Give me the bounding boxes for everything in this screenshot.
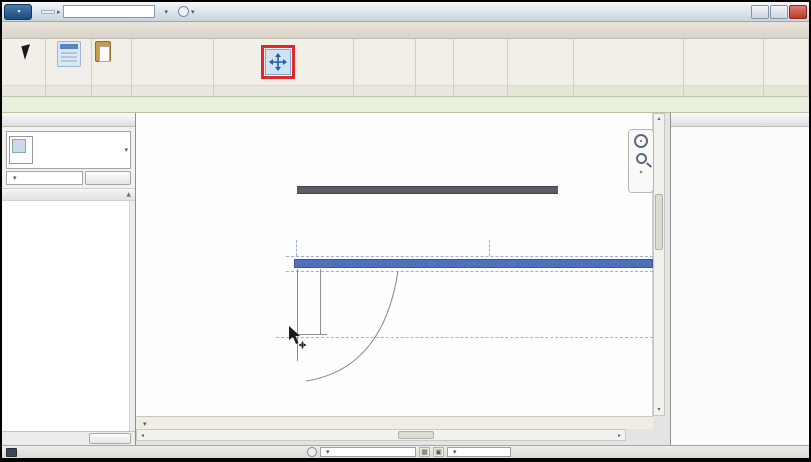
- zoom-icon[interactable]: [636, 153, 647, 164]
- application-menu-button[interactable]: ▾: [4, 4, 32, 20]
- panel-clipboard: [92, 39, 132, 96]
- worksharing-icon[interactable]: [6, 448, 17, 457]
- reference-tick-mid: [489, 240, 490, 256]
- horizontal-scrollbar[interactable]: ◂ ▸: [136, 429, 626, 441]
- panel-geometry: [132, 39, 214, 96]
- maximize-button[interactable]: [770, 5, 788, 19]
- view-selector[interactable]: [6, 171, 83, 185]
- property-grid: [2, 201, 135, 431]
- status-bar: ▦ ▣: [2, 445, 809, 458]
- selection-dash-top: [286, 256, 653, 257]
- edit-type-button[interactable]: [85, 171, 131, 185]
- red-highlight-box: [261, 45, 295, 79]
- apply-button[interactable]: [89, 433, 131, 444]
- workset-selector[interactable]: [320, 447, 416, 457]
- scroll-up-icon[interactable]: ▴: [657, 114, 660, 124]
- duct-original[interactable]: [297, 186, 558, 194]
- navigation-bar[interactable]: ▾: [628, 129, 654, 193]
- scroll-down-icon[interactable]: ▾: [657, 405, 660, 415]
- properties-scrollbar[interactable]: [129, 201, 135, 431]
- view-control-bar: [136, 416, 653, 429]
- ribbon-tab-bar: [2, 22, 809, 39]
- panel-duct-lining: [684, 39, 764, 96]
- ribbon: [2, 39, 809, 97]
- window-title: [41, 10, 55, 14]
- graphics-group-header[interactable]: ▲: [2, 188, 135, 201]
- options-bar: [2, 97, 809, 113]
- minimize-button[interactable]: [751, 5, 769, 19]
- revit-window: ▾ ▸ ▾ ▾: [0, 0, 811, 462]
- collapse-icon: ▲: [126, 191, 131, 198]
- scroll-left-icon[interactable]: ◂: [137, 432, 148, 439]
- witness-line-left: [297, 269, 298, 361]
- help-dropdown-icon[interactable]: ▾: [191, 8, 195, 16]
- sign-in-dropdown-icon[interactable]: ▾: [165, 8, 169, 16]
- hscroll-thumb[interactable]: [398, 431, 434, 439]
- selection-dash-bottom: [286, 271, 653, 272]
- duct-selected[interactable]: [294, 259, 653, 268]
- browser-tree: [671, 127, 809, 133]
- drawing-area[interactable]: ▾ ◂ ▸ ▴ ▾: [136, 113, 670, 445]
- project-browser: [670, 113, 809, 445]
- panel-create: [454, 39, 508, 96]
- dimension-base-line: [294, 334, 327, 335]
- paste-icon[interactable]: [95, 41, 111, 62]
- type-selector[interactable]: [6, 131, 131, 169]
- modify-cursor-icon[interactable]: [21, 44, 33, 60]
- properties-palette: ▲: [2, 113, 136, 445]
- vertical-scrollbar[interactable]: ▴ ▾: [653, 113, 665, 416]
- witness-line-right: [320, 269, 321, 335]
- floor-plan-type-icon: [9, 136, 33, 164]
- panel-measure: [416, 39, 454, 96]
- title-bar: ▾ ▸ ▾ ▾: [2, 2, 809, 22]
- navbar-dropdown-icon[interactable]: ▾: [639, 169, 642, 176]
- panel-modify: [214, 39, 354, 96]
- properties-palette-icon[interactable]: [57, 41, 81, 67]
- editing-requests-icon[interactable]: [307, 447, 317, 457]
- worksets-dialog-icon[interactable]: ▦: [419, 447, 430, 457]
- design-option-selector[interactable]: [447, 447, 511, 457]
- panel-analysis: [764, 39, 809, 96]
- reference-dash-line: [276, 337, 653, 338]
- search-input[interactable]: [63, 5, 155, 18]
- panel-properties: [46, 39, 92, 96]
- scroll-right-icon[interactable]: ▸: [614, 432, 625, 439]
- view-viewport[interactable]: ▾: [136, 113, 653, 416]
- panel-duct-insulation: [574, 39, 684, 96]
- close-button[interactable]: [789, 5, 807, 19]
- move-icon: [269, 53, 287, 71]
- steering-wheel-icon[interactable]: [634, 134, 648, 148]
- panel-select: [2, 39, 46, 96]
- panel-edit-contextual: [508, 39, 574, 96]
- move-button[interactable]: [265, 49, 291, 75]
- design-options-dialog-icon[interactable]: ▣: [433, 447, 444, 457]
- title-expand-icon[interactable]: ▸: [57, 8, 61, 16]
- help-icon[interactable]: [178, 6, 189, 17]
- vscroll-thumb[interactable]: [655, 194, 663, 250]
- panel-view: [354, 39, 416, 96]
- view-scale-button[interactable]: [140, 419, 174, 428]
- reference-tick-left: [296, 240, 297, 256]
